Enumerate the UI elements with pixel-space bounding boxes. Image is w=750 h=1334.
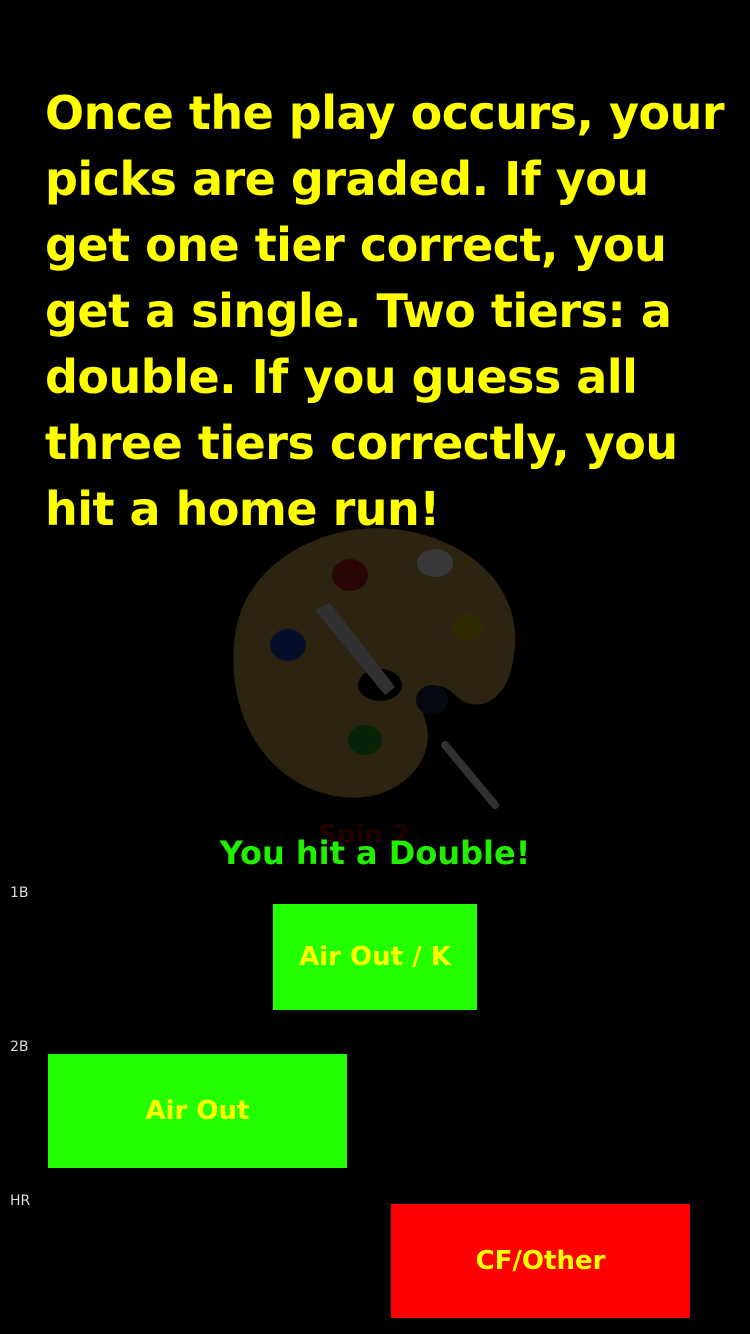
- pick-label-2b: Air Out: [145, 1096, 250, 1126]
- tier-label-1b: 1B: [10, 885, 29, 901]
- tier-label-hr: HR: [10, 1193, 31, 1209]
- pick-button-2b[interactable]: Air Out: [48, 1054, 347, 1168]
- tier-label-2b: 2B: [10, 1039, 29, 1055]
- pick-label-hr: CF/Other: [475, 1246, 606, 1276]
- paint-palette-icon: [220, 515, 530, 815]
- result-message: You hit a Double!: [219, 834, 531, 872]
- pick-label-1b: Air Out / K: [299, 942, 451, 972]
- instruction-text: Once the play occurs, your picks are gra…: [45, 86, 725, 536]
- pick-button-1b[interactable]: Air Out / K: [273, 904, 477, 1010]
- pick-button-hr[interactable]: CF/Other: [391, 1204, 690, 1318]
